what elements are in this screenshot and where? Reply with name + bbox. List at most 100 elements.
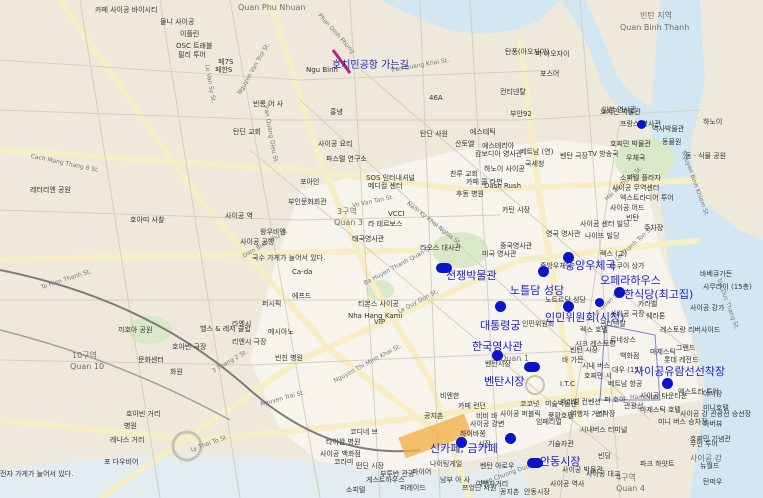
- place-label: 빈탄 시장: [570, 346, 598, 354]
- place-label: 호찌민 박물관: [610, 140, 651, 148]
- annotation-saigon-pier: 사이공유람선선착장: [634, 365, 726, 378]
- place-label: 리버사이드: [688, 326, 721, 334]
- place-label: 왕우비엔: [260, 228, 286, 236]
- place-label: 사이공 퍼블릭: [500, 410, 541, 418]
- district-label: Quan 4: [616, 484, 645, 493]
- place-label: 호아빈 거리: [126, 410, 161, 418]
- place-label: 벤탄시장: [485, 360, 511, 368]
- marker-backpacker[interactable]: [505, 433, 516, 444]
- district-label: Quan 3: [334, 218, 363, 227]
- annotation-opera-house: 오페라하우스: [600, 274, 661, 287]
- place-label: 바베큐가든: [700, 270, 733, 278]
- place-label: 사이공 강변: [470, 420, 505, 428]
- place-label: 벤탄 아로우: [480, 462, 515, 470]
- place-label: 사이공 센터 빌딩: [580, 220, 630, 228]
- annotation-andong: 안동시장: [540, 455, 581, 468]
- place-label: 에프드: [292, 292, 312, 300]
- place-label: 베트남 항공: [608, 380, 643, 388]
- marker-extra[interactable]: [595, 298, 604, 307]
- place-label: 시내 버스: [582, 362, 610, 370]
- place-label: 부인문화회관: [288, 198, 327, 206]
- place-label: 영국 영사관: [546, 230, 581, 238]
- place-label: 쉐라톤: [646, 312, 666, 320]
- place-label: 마제스틱 호텔: [640, 406, 681, 414]
- place-label: 화원: [170, 368, 183, 376]
- place-label: 꽁지촌: [500, 488, 520, 496]
- place-label: 사이공 백화점: [320, 450, 361, 458]
- place-label: 후동 병원: [456, 190, 484, 198]
- place-label: 전자 가게가 늘어서 있다.: [0, 470, 74, 478]
- place-label: 끼호아 공원: [118, 326, 153, 334]
- map-base: [0, 0, 763, 498]
- place-label: 페7S: [218, 58, 234, 66]
- place-label: 타이완 병원: [326, 438, 361, 446]
- annotation-airport: 호치민공항 가는길: [332, 60, 409, 71]
- place-label: OSC 트래블: [176, 42, 213, 50]
- place-label: 퍼레이드: [400, 484, 426, 492]
- place-label: 리엔시 극장: [232, 338, 267, 346]
- place-label: 파이어: [412, 468, 432, 476]
- place-label: 사이공 어드: [610, 204, 645, 212]
- place-label: 임페리얼: [536, 418, 562, 426]
- place-label: 벤탄 극장: [560, 152, 588, 160]
- place-label: 코라미: [334, 458, 354, 466]
- place-label: 미니 버스 승차장: [658, 418, 708, 426]
- place-label: 카라벨 컨벤션: [560, 398, 601, 406]
- place-label: 포 다우비어: [104, 458, 139, 466]
- place-label: 태국영사관: [352, 235, 385, 243]
- place-label: 메시아노: [268, 328, 294, 336]
- district-label: 10구역: [72, 351, 97, 360]
- annotation-korean-food: 한식당(최고집): [624, 288, 694, 301]
- place-label: 퍼 호아: [604, 396, 626, 404]
- place-label: 비비 바: [476, 412, 498, 420]
- place-label: 하노이 사이공: [484, 165, 525, 173]
- place-label: 비엔한: [440, 392, 460, 400]
- place-label: 사이공 역사: [550, 480, 585, 488]
- annotation-palace: 대통령궁: [480, 319, 521, 332]
- place-label: 문화센터: [138, 356, 164, 364]
- annotation-war-museum: 전쟁박물관: [446, 269, 497, 282]
- place-label: 국수 가게가 늘어서 있다.: [252, 254, 326, 262]
- place-label: 컨티넨탈: [500, 88, 526, 96]
- marker-history-museum[interactable]: [637, 120, 646, 129]
- place-label: 탄딘 교회: [233, 128, 261, 136]
- marker-ben-thanh[interactable]: [524, 362, 540, 372]
- place-label: SOS 인터내셔널: [366, 174, 415, 182]
- place-label: 몰니 사이공: [160, 18, 195, 26]
- place-label: 페한S: [215, 66, 233, 74]
- place-label: 찬루 교회: [450, 170, 478, 178]
- place-label: 에스테틱: [470, 128, 496, 136]
- annotation-backpacker: 신카페, 금카페: [430, 442, 498, 455]
- place-label: 레스토랑: [660, 326, 686, 334]
- place-label: 필리 투어: [178, 51, 206, 59]
- place-label: 포아인: [300, 178, 320, 186]
- place-label: 렉스 (교): [600, 250, 628, 258]
- place-label: 레터리엔 공원: [30, 186, 71, 194]
- place-label: 사이공 요리: [318, 140, 353, 148]
- place-label: 일본 영사관: [602, 106, 637, 114]
- place-label: 카라벨: [638, 300, 658, 308]
- place-label: 주차장: [644, 224, 664, 232]
- place-label: VIP: [374, 318, 386, 326]
- place-label: 백화점: [620, 352, 640, 360]
- place-label: 하버뷰: [703, 420, 723, 428]
- place-label: 퍼 아오자이: [535, 50, 570, 58]
- place-label: 바 가든: [562, 356, 584, 364]
- place-label: 빈딩: [598, 452, 611, 460]
- annotation-korean-consulate: 한국영사관: [472, 340, 523, 353]
- place-label: 파크 하얏트: [640, 460, 675, 468]
- place-label: 사이공 무역센터: [612, 184, 660, 192]
- place-label: I.T.C: [560, 380, 575, 388]
- place-label: 공지촌: [424, 412, 444, 420]
- marker-palace[interactable]: [495, 301, 506, 312]
- place-label: 국세청: [525, 160, 545, 168]
- marker-post-office[interactable]: [538, 266, 549, 277]
- place-label: 베트남 (연): [520, 148, 554, 156]
- place-label: 미국 영사관: [482, 250, 517, 258]
- place-label: 하노이: [703, 118, 723, 126]
- district-label: 빈탄 지역: [640, 11, 672, 20]
- place-label: 라엔시: [232, 320, 252, 328]
- marker-saigon-pier[interactable]: [662, 378, 673, 389]
- place-label: 코코넛: [520, 400, 540, 408]
- place-label: 호아띠 사찰: [130, 216, 165, 224]
